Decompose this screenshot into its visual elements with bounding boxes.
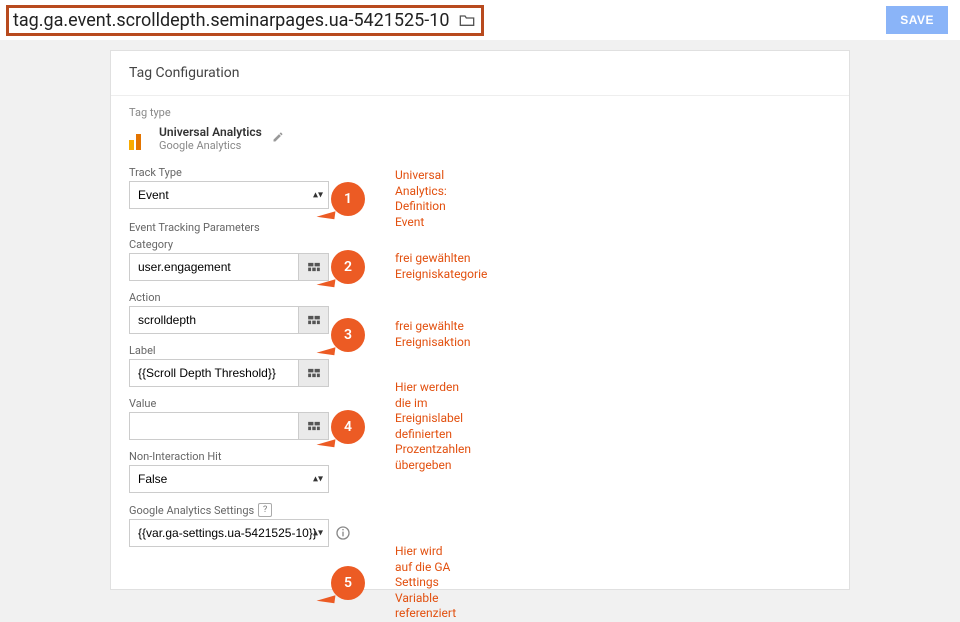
analytics-icon (129, 128, 151, 150)
tag-type-sub: Google Analytics (159, 139, 262, 152)
callout-4: 4 Hier werden die im Ereignislabel defin… (331, 380, 471, 474)
tag-type-name: Universal Analytics (159, 125, 262, 139)
variable-picker-button[interactable] (299, 412, 329, 440)
callout-3: 3 frei gewählte Ereignisaktion (331, 318, 470, 352)
variable-picker-button[interactable] (299, 306, 329, 334)
callout-1: 1 Universal Analytics: Definition Event (331, 168, 447, 230)
folder-icon[interactable] (459, 13, 475, 27)
category-input[interactable] (129, 253, 299, 281)
card-title: Tag Configuration (111, 51, 849, 96)
brick-icon (307, 314, 321, 326)
tag-type-row[interactable]: Universal Analytics Google Analytics (129, 125, 831, 152)
etp-label: Event Tracking Parameters (129, 221, 831, 234)
callout-text: frei gewählten Ereigniskategorie (395, 251, 487, 282)
nih-select[interactable] (129, 465, 329, 493)
ga-settings-select[interactable] (129, 519, 329, 547)
brick-icon (307, 420, 321, 432)
callout-text: frei gewählte Ereignisaktion (395, 319, 470, 350)
value-input[interactable] (129, 412, 299, 440)
callout-text: Universal Analytics: Definition Event (395, 168, 447, 230)
variable-picker-button[interactable] (299, 359, 329, 387)
gas-label: Google Analytics Settings (129, 504, 254, 517)
brick-icon (307, 261, 321, 273)
save-button[interactable]: SAVE (886, 6, 948, 34)
top-bar: tag.ga.event.scrolldepth.seminarpages.ua… (0, 0, 960, 40)
value-label: Value (129, 397, 831, 410)
callout-text: Hier wird auf die GA Settings Variable r… (395, 544, 456, 622)
callout-bubble: 2 (331, 250, 365, 284)
brick-icon (307, 367, 321, 379)
callout-5: 5 Hier wird auf die GA Settings Variable… (331, 544, 456, 622)
track-type-label: Track Type (129, 166, 831, 179)
tag-config-card: Tag Configuration Tag type Universal Ana… (110, 50, 850, 590)
callout-bubble: 4 (331, 410, 365, 444)
help-icon[interactable]: ? (258, 503, 272, 517)
pencil-icon[interactable] (272, 131, 284, 147)
action-input[interactable] (129, 306, 299, 334)
callout-bubble: 5 (331, 566, 365, 600)
callout-bubble: 1 (331, 182, 365, 216)
callout-2: 2 frei gewählten Ereigniskategorie (331, 250, 487, 284)
action-label: Action (129, 291, 831, 304)
nih-label: Non-Interaction Hit (129, 450, 831, 463)
callout-text: Hier werden die im Ereignislabel definie… (395, 380, 471, 474)
callout-bubble: 3 (331, 318, 365, 352)
label-label: Label (129, 344, 831, 357)
info-icon[interactable] (335, 525, 351, 541)
gas-label-row: Google Analytics Settings ? (129, 503, 831, 517)
tag-type-label: Tag type (129, 106, 831, 119)
label-input[interactable] (129, 359, 299, 387)
track-type-select[interactable] (129, 181, 329, 209)
tag-name-highlight: tag.ga.event.scrolldepth.seminarpages.ua… (6, 5, 484, 36)
tag-name[interactable]: tag.ga.event.scrolldepth.seminarpages.ua… (13, 10, 449, 31)
